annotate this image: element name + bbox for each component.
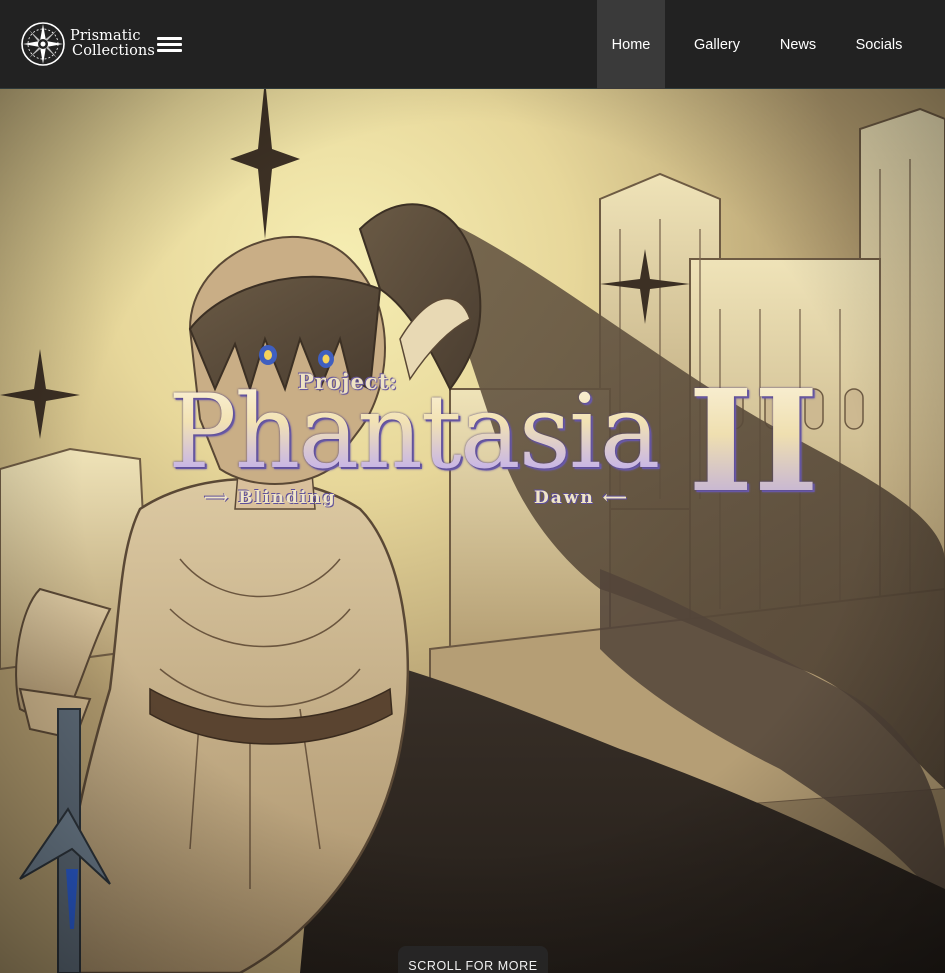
nav-home[interactable]: Home	[597, 0, 665, 89]
hero-banner: Project: Phantasia II ⟶ Blinding Dawn ⟵ …	[0, 89, 945, 973]
hamburger-bar	[157, 49, 182, 52]
brand-logo-link[interactable]: Prismatic Collections	[20, 21, 155, 67]
logo-numeral: II	[688, 360, 819, 524]
nav-news[interactable]: News	[758, 0, 838, 89]
game-title-logo: Project: Phantasia II ⟶ Blinding Dawn ⟵	[168, 367, 819, 527]
hamburger-bar	[157, 43, 182, 46]
logo-title: Phantasia	[168, 373, 660, 492]
brand-name-line-1: Prismatic	[70, 28, 141, 44]
logo-subtitle-left: ⟶ Blinding	[204, 488, 337, 508]
brand-name-line-2: Collections	[72, 43, 155, 59]
compass-star-icon	[21, 22, 65, 66]
top-navbar: Prismatic Collections Home Gallery News …	[0, 0, 945, 89]
hero-illustration	[0, 89, 945, 973]
hamburger-bar	[157, 37, 182, 40]
brand-name: Prismatic Collections	[70, 29, 155, 59]
nav-socials[interactable]: Socials	[838, 0, 920, 89]
main-nav: Home Gallery News Socials	[597, 0, 920, 89]
hamburger-menu-icon[interactable]	[157, 34, 183, 54]
logo-subtitle-right: Dawn ⟵	[534, 488, 630, 508]
scroll-for-more-button[interactable]: SCROLL FOR MORE	[398, 946, 548, 973]
nav-gallery[interactable]: Gallery	[676, 0, 758, 89]
